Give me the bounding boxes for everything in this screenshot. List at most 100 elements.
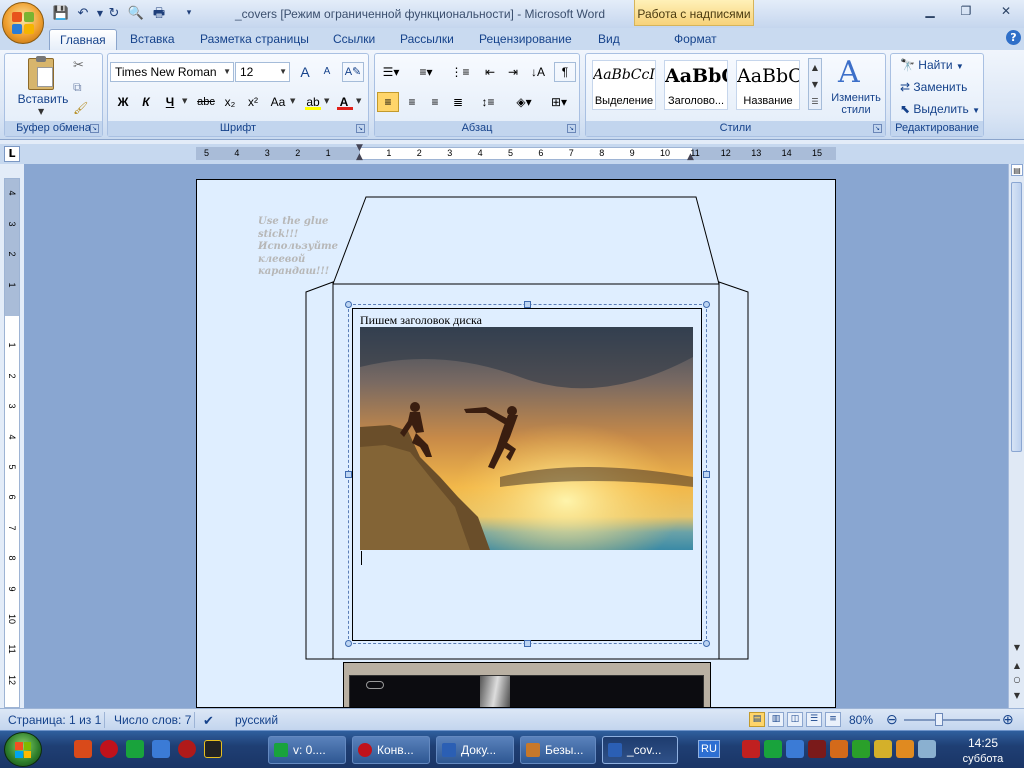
font-color-icon[interactable]: A: [334, 92, 354, 112]
zoom-level[interactable]: 80%: [849, 713, 873, 727]
tab-references[interactable]: Ссылки: [323, 29, 385, 50]
customize-qat-icon[interactable]: ▾: [180, 5, 198, 22]
line-spacing-icon[interactable]: ↕≡: [474, 92, 502, 112]
bold-button[interactable]: Ж: [113, 92, 133, 112]
next-page-icon[interactable]: ▼: [1011, 690, 1023, 702]
clear-formatting-icon[interactable]: A✎: [342, 62, 364, 82]
taskbar-item-untitled[interactable]: Безы...: [520, 736, 596, 764]
font-color-dropdown-icon[interactable]: ▼: [356, 97, 361, 105]
undo-icon[interactable]: ↶: [74, 5, 92, 22]
superscript-button[interactable]: x²: [243, 92, 263, 112]
resize-handle-r[interactable]: [703, 471, 710, 478]
paste-button[interactable]: Вставить ▼: [14, 56, 72, 116]
taskbar-item-document[interactable]: Доку...: [436, 736, 514, 764]
show-marks-button[interactable]: ¶: [554, 62, 576, 82]
tab-home[interactable]: Главная: [49, 29, 117, 50]
zoom-slider-thumb[interactable]: [935, 713, 943, 726]
find-button[interactable]: 🔭 Найти ▼: [900, 58, 964, 72]
tray-icon-6[interactable]: [852, 740, 870, 758]
tab-selector-button[interactable]: L: [4, 146, 20, 162]
scrollbar-thumb[interactable]: [1011, 182, 1022, 452]
numbering-icon[interactable]: ≡▾: [412, 62, 440, 82]
underline-button[interactable]: Ч: [160, 92, 180, 112]
minimize-button[interactable]: ▁: [917, 3, 943, 19]
tray-icon-9[interactable]: [918, 740, 936, 758]
language-indicator[interactable]: RU: [698, 740, 720, 758]
outline-view-icon[interactable]: ☰: [806, 712, 822, 727]
save-icon[interactable]: 💾: [52, 5, 70, 22]
tab-format[interactable]: Формат: [664, 29, 727, 50]
taskbar-item-converter[interactable]: Конв...: [352, 736, 430, 764]
resize-handle-br[interactable]: [703, 640, 710, 647]
status-page[interactable]: Страница: 1 из 1: [8, 713, 101, 727]
paragraph-launcher-icon[interactable]: ↘: [567, 124, 576, 133]
redo-icon[interactable]: ↻: [105, 5, 123, 22]
zoom-slider[interactable]: [904, 719, 1000, 721]
sort-icon[interactable]: ↓A: [528, 62, 548, 82]
replace-button[interactable]: ⇄ Заменить: [900, 80, 967, 94]
subscript-button[interactable]: x₂: [220, 92, 240, 112]
resize-handle-b[interactable]: [524, 640, 531, 647]
status-words[interactable]: Число слов: 7: [114, 713, 191, 727]
ruler-toggle-icon[interactable]: ▤: [1011, 164, 1023, 176]
italic-button[interactable]: К: [136, 92, 156, 112]
decrease-indent-icon[interactable]: ⇤: [480, 62, 500, 82]
tab-view[interactable]: Вид: [588, 29, 630, 50]
resize-handle-tl[interactable]: [345, 301, 352, 308]
maximize-button[interactable]: ❐: [953, 3, 979, 19]
office-button[interactable]: [2, 2, 44, 44]
tray-icon-1[interactable]: [742, 740, 760, 758]
prev-page-icon[interactable]: ▲: [1011, 660, 1023, 672]
change-case-button[interactable]: Aa: [266, 92, 290, 112]
highlight-dropdown-icon[interactable]: ▼: [324, 97, 329, 105]
clipboard-launcher-icon[interactable]: ↘: [90, 124, 99, 133]
quick-print-icon[interactable]: 🖶: [150, 5, 168, 22]
quicklaunch-red-icon[interactable]: [178, 740, 196, 758]
tray-icon-8[interactable]: [896, 740, 914, 758]
zoom-out-icon[interactable]: ⊖: [886, 711, 898, 728]
spell-check-icon[interactable]: ✔: [203, 713, 214, 729]
cut-icon[interactable]: ✂: [73, 58, 84, 73]
strikethrough-button[interactable]: abc: [194, 92, 218, 112]
clock[interactable]: 14:25 суббота: [942, 734, 1024, 768]
style-emphasis[interactable]: AaBbCcI Выделение: [592, 60, 656, 110]
quicklaunch-app-icon[interactable]: [74, 740, 92, 758]
bullets-icon[interactable]: ☰▾: [377, 62, 405, 82]
tab-mailings[interactable]: Рассылки: [390, 29, 464, 50]
font-name-dropdown-icon[interactable]: ▼: [223, 63, 231, 81]
font-size-box[interactable]: 12 ▼: [235, 62, 290, 82]
resize-handle-tr[interactable]: [703, 301, 710, 308]
increase-indent-icon[interactable]: ⇥: [503, 62, 523, 82]
browse-object-icon[interactable]: ○: [1011, 674, 1023, 686]
select-button[interactable]: ⬉ Выделить ▼: [900, 102, 980, 116]
tab-insert[interactable]: Вставка: [120, 29, 185, 50]
help-icon[interactable]: ?: [1006, 30, 1021, 45]
tray-icon-3[interactable]: [786, 740, 804, 758]
web-layout-view-icon[interactable]: ◫: [787, 712, 803, 727]
right-indent-marker-icon[interactable]: ▲: [687, 152, 698, 162]
underline-dropdown-icon[interactable]: ▼: [182, 97, 187, 105]
shading-icon[interactable]: ◈▾: [510, 92, 538, 112]
cover-photo[interactable]: [360, 327, 693, 550]
close-button[interactable]: ✕: [993, 3, 1019, 19]
styles-scroll[interactable]: ▲ ▼ ☰: [808, 58, 822, 110]
multilevel-list-icon[interactable]: ⋮≡: [446, 62, 474, 82]
vertical-scrollbar[interactable]: ▤ ▼ ▲ ○ ▼: [1008, 164, 1024, 708]
quicklaunch-yellow-icon[interactable]: [204, 740, 222, 758]
justify-icon[interactable]: ≣: [448, 92, 468, 112]
disk-title-text[interactable]: Пишем заголовок диска: [360, 313, 482, 328]
taskbar-item-covers[interactable]: _cov...: [602, 736, 678, 764]
font-launcher-icon[interactable]: ↘: [356, 124, 365, 133]
second-cover-preview[interactable]: [343, 662, 711, 708]
copy-icon[interactable]: ⧉: [73, 80, 82, 95]
resize-handle-t[interactable]: [524, 301, 531, 308]
style-heading[interactable]: AaBbC Заголово...: [664, 60, 728, 110]
grow-font-button[interactable]: A: [295, 62, 315, 82]
print-layout-view-icon[interactable]: ▤: [749, 712, 765, 727]
borders-icon[interactable]: ⊞▾: [545, 92, 573, 112]
font-size-dropdown-icon[interactable]: ▼: [279, 63, 287, 81]
media-player-icon[interactable]: [152, 740, 170, 758]
align-center-icon[interactable]: ≡: [402, 92, 422, 112]
highlight-icon[interactable]: ab: [302, 92, 324, 112]
format-painter-icon[interactable]: 🖌: [73, 101, 88, 115]
